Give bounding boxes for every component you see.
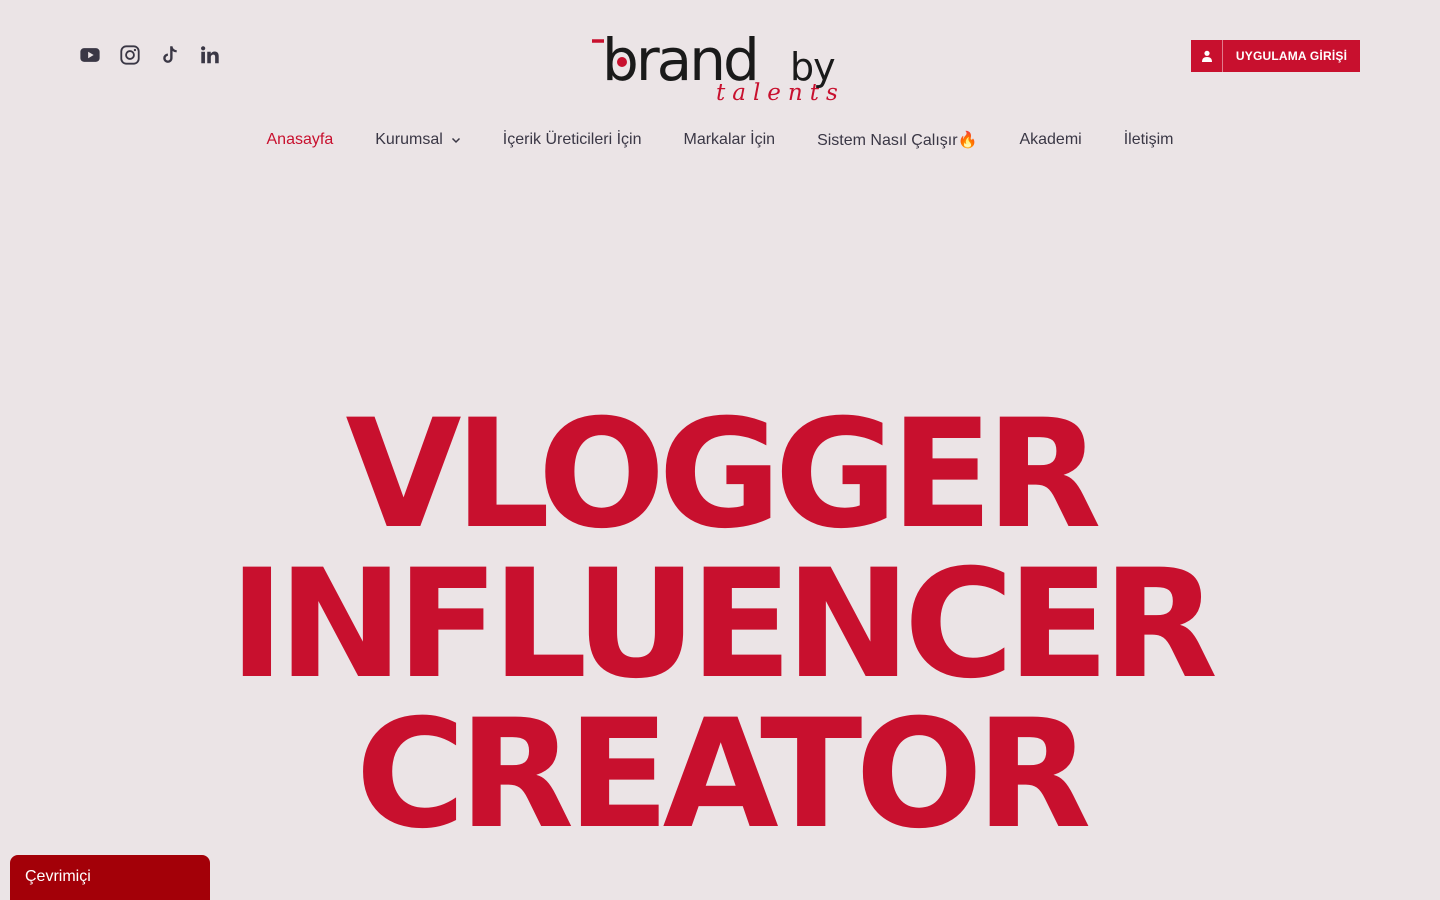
app-login-button[interactable]: UYGULAMA GİRİŞİ <box>1191 40 1360 72</box>
social-links <box>78 43 222 67</box>
chat-status-label: Çevrimiçi <box>25 868 91 885</box>
tiktok-icon[interactable] <box>158 43 182 67</box>
app-login-label: UYGULAMA GİRİŞİ <box>1235 49 1348 63</box>
nav-item-kurumsal[interactable]: Kurumsal <box>375 130 461 150</box>
hero-section: VLOGGER INFLUENCER CREATOR <box>0 400 1440 850</box>
site-header: brand by talents UYGULAMA GİRİŞİ Anasayf… <box>0 0 1440 190</box>
hero-line-vlogger: VLOGGER <box>345 388 1101 562</box>
nav-item-kurumsal-label: Kurumsal <box>375 131 443 148</box>
nav-item-akademi[interactable]: Akademi <box>1019 130 1081 150</box>
hero-line-creator: CREATOR <box>355 688 1092 862</box>
user-icon <box>1191 40 1223 72</box>
nav-item-markalar[interactable]: Markalar İçin <box>683 130 775 150</box>
chat-widget-tab[interactable]: Çevrimiçi <box>10 855 210 900</box>
hero-line-influencer: INFLUENCER <box>229 538 1218 712</box>
main-nav: Anasayfa Kurumsal İçerik Üreticileri İçi… <box>0 130 1440 150</box>
nav-item-sistem-nasil-calisir[interactable]: Sistem Nasıl Çalışır🔥 <box>817 130 977 150</box>
nav-item-anasayfa[interactable]: Anasayfa <box>267 130 334 150</box>
brand-logo[interactable]: brand by talents <box>590 24 860 108</box>
chevron-down-icon <box>451 137 460 144</box>
instagram-icon[interactable] <box>118 43 142 67</box>
linkedin-icon[interactable] <box>198 43 222 67</box>
nav-item-icerik-ureticileri[interactable]: İçerik Üreticileri İçin <box>503 130 642 150</box>
youtube-icon[interactable] <box>78 43 102 67</box>
logo-tagline: talents <box>716 80 845 106</box>
nav-item-iletisim[interactable]: İletişim <box>1124 130 1174 150</box>
